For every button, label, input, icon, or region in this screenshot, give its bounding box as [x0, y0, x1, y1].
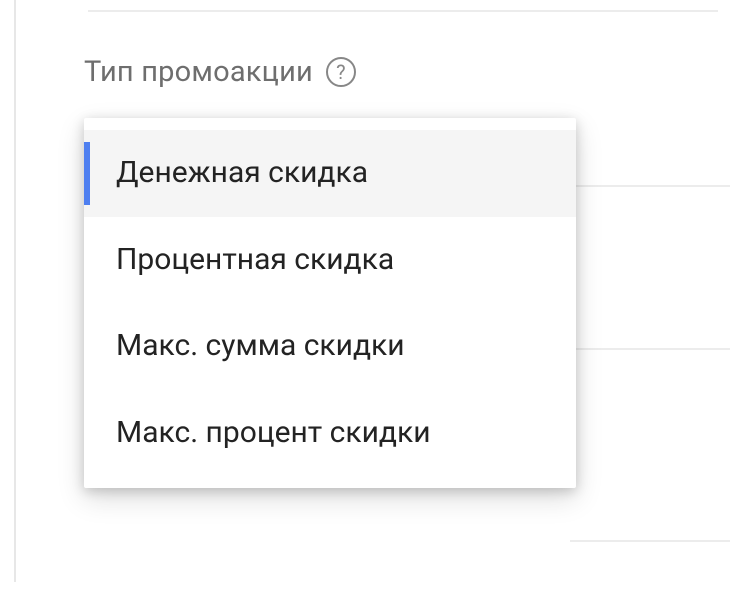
help-icon[interactable]: ?	[326, 57, 356, 87]
promotion-type-label: Тип промоакции ?	[84, 55, 356, 89]
dropdown-option-max-discount-percent[interactable]: Макс. процент скидки	[84, 390, 576, 477]
dropdown-option-percent-discount[interactable]: Процентная скидка	[84, 217, 576, 304]
horizontal-divider-mid	[570, 185, 730, 187]
dropdown-option-label: Денежная скидка	[116, 155, 368, 190]
horizontal-divider-top	[88, 10, 718, 12]
field-label-text: Тип промоакции	[84, 55, 313, 89]
dropdown-option-monetary-discount[interactable]: Денежная скидка	[84, 130, 576, 217]
horizontal-divider-bottom	[570, 540, 730, 542]
dropdown-option-label: Макс. сумма скидки	[116, 328, 405, 363]
left-vertical-divider	[14, 0, 16, 582]
dropdown-option-max-discount-amount[interactable]: Макс. сумма скидки	[84, 303, 576, 390]
dropdown-option-label: Макс. процент скидки	[116, 415, 431, 450]
promotion-type-dropdown[interactable]: Денежная скидка Процентная скидка Макс. …	[84, 118, 576, 488]
horizontal-divider-lower	[570, 348, 730, 350]
dropdown-option-label: Процентная скидка	[116, 242, 394, 277]
